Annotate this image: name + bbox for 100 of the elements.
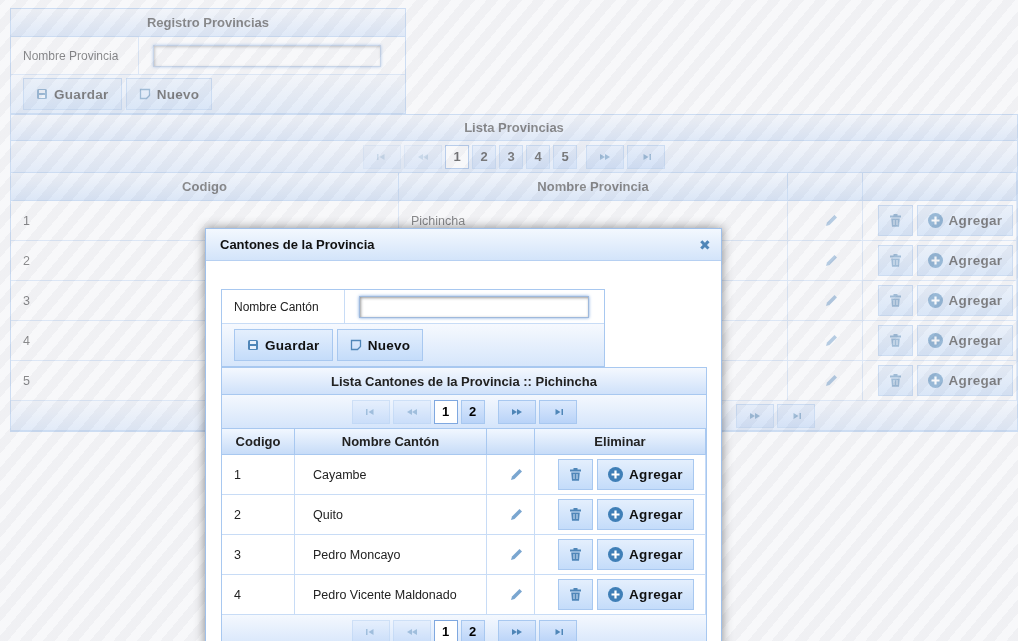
plus-circle-icon — [927, 213, 943, 228]
first-page-icon — [365, 627, 376, 636]
last-page-button[interactable] — [777, 403, 815, 428]
delete-button[interactable] — [558, 499, 594, 530]
prev-page-icon — [406, 627, 417, 636]
delete-button[interactable] — [558, 579, 594, 610]
trash-icon — [570, 588, 582, 601]
pencil-icon[interactable] — [510, 548, 523, 561]
page-button[interactable]: 1 — [445, 144, 469, 169]
last-page-button[interactable] — [627, 144, 665, 169]
table-cell: 4 — [222, 575, 295, 615]
delete-button[interactable] — [877, 205, 913, 236]
last-page-button[interactable] — [538, 619, 577, 641]
pencil-icon[interactable] — [824, 334, 838, 347]
column-header: Codigo — [222, 429, 295, 455]
plus-circle-icon — [608, 467, 624, 482]
add-button[interactable]: Agregar — [597, 499, 694, 530]
input-field[interactable] — [359, 295, 589, 318]
page-button[interactable]: 1 — [433, 619, 458, 641]
first-page-button[interactable] — [351, 619, 390, 641]
page-button[interactable]: 3 — [499, 144, 523, 169]
trash-icon — [889, 214, 901, 227]
add-button[interactable]: Agregar — [916, 365, 1014, 396]
next-page-icon — [600, 152, 610, 161]
next-page-icon — [511, 407, 522, 416]
panel-title: Lista Provincias — [11, 115, 1017, 141]
prev-page-button[interactable] — [392, 399, 431, 424]
next-page-button[interactable] — [497, 399, 536, 424]
column-header: Nombre Provincia — [399, 173, 788, 201]
delete-button[interactable] — [877, 285, 913, 316]
pencil-icon[interactable] — [824, 294, 838, 307]
table-cell: Quito — [295, 495, 487, 535]
list-title: Lista Cantones de la Provincia :: Pichincha — [222, 368, 706, 395]
next-page-button[interactable] — [586, 144, 624, 169]
table-cell: Pedro Moncayo — [295, 535, 487, 575]
last-page-icon — [791, 411, 801, 420]
save-icon — [247, 339, 259, 351]
delete-button[interactable] — [877, 325, 913, 356]
save-button[interactable]: Guardar — [234, 329, 333, 361]
column-header: Codigo — [11, 173, 399, 201]
save-button[interactable]: Guardar — [23, 78, 122, 110]
table-cell: Pedro Vicente Maldonado — [295, 575, 487, 615]
trash-icon — [889, 254, 901, 267]
table-cell: 3 — [222, 535, 295, 575]
trash-icon — [889, 294, 901, 307]
note-icon — [138, 88, 151, 100]
last-page-icon — [641, 152, 651, 161]
pencil-icon[interactable] — [824, 374, 838, 387]
plus-circle-icon — [608, 587, 624, 602]
pencil-icon[interactable] — [824, 254, 838, 267]
trash-icon — [889, 334, 901, 347]
plus-circle-icon — [927, 293, 943, 308]
field-label: Nombre Cantón — [222, 290, 345, 323]
trash-icon — [889, 374, 901, 387]
add-button[interactable]: Agregar — [916, 245, 1014, 276]
plus-circle-icon — [927, 333, 943, 348]
pencil-icon[interactable] — [510, 588, 523, 601]
next-page-button[interactable] — [736, 403, 774, 428]
panel-title: Registro Provincias — [11, 9, 405, 37]
add-button[interactable]: Agregar — [916, 205, 1014, 236]
delete-button[interactable] — [877, 365, 913, 396]
delete-button[interactable] — [558, 539, 594, 570]
add-button[interactable]: Agregar — [916, 325, 1014, 356]
table-cell: 2 — [222, 495, 295, 535]
column-header: Nombre Cantón — [295, 429, 487, 455]
next-page-icon — [511, 627, 522, 636]
page-button[interactable]: 1 — [433, 399, 458, 424]
first-page-button[interactable] — [351, 399, 390, 424]
page-button[interactable]: 2 — [472, 144, 496, 169]
new-button[interactable]: Nuevo — [125, 78, 213, 110]
next-page-button[interactable] — [497, 619, 536, 641]
add-button[interactable]: Agregar — [916, 285, 1014, 316]
field-label: Nombre Provincia — [11, 37, 139, 74]
plus-circle-icon — [608, 507, 624, 522]
prev-page-icon — [406, 407, 417, 416]
pencil-icon[interactable] — [510, 468, 523, 481]
page-button[interactable]: 2 — [460, 399, 485, 424]
plus-circle-icon — [927, 253, 943, 268]
add-button[interactable]: Agregar — [597, 539, 694, 570]
add-button[interactable]: Agregar — [597, 579, 694, 610]
pencil-icon[interactable] — [824, 214, 838, 227]
delete-button[interactable] — [877, 245, 913, 276]
delete-button[interactable] — [558, 459, 594, 490]
prev-page-button[interactable] — [392, 619, 431, 641]
table-cell: Cayambe — [295, 455, 487, 495]
trash-icon — [570, 548, 582, 561]
page-button[interactable]: 4 — [526, 144, 550, 169]
add-button[interactable]: Agregar — [597, 459, 694, 490]
table-cell: 1 — [222, 455, 295, 495]
trash-icon — [570, 508, 582, 521]
last-page-button[interactable] — [538, 399, 577, 424]
new-button[interactable]: Nuevo — [336, 329, 424, 361]
pencil-icon[interactable] — [510, 508, 523, 521]
input-field[interactable] — [153, 44, 381, 67]
page-button[interactable]: 2 — [460, 619, 485, 641]
plus-circle-icon — [927, 373, 943, 388]
save-icon — [36, 88, 48, 100]
page-button[interactable]: 5 — [553, 144, 577, 169]
plus-circle-icon — [608, 547, 624, 562]
column-header: Eliminar — [535, 429, 706, 455]
